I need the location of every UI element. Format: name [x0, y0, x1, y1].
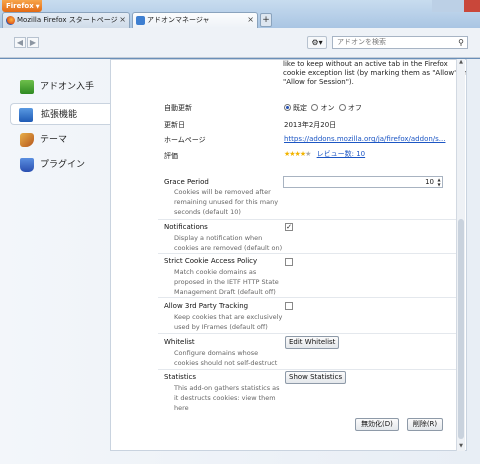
tools-menu-button[interactable]: ⚙▾ [307, 36, 327, 49]
notifications-desc: Display a notification when cookies are … [174, 234, 283, 252]
search-input[interactable]: アドオンを検索 ⚲ [332, 36, 468, 49]
sidebar-item-themes[interactable]: テーマ [20, 129, 110, 151]
puzzle-icon [19, 108, 33, 122]
auto-update-default-radio[interactable]: 既定 [284, 104, 307, 112]
back-arrow-icon: ◀ [16, 38, 24, 47]
strict-policy-desc: Match cookie domains as proposed in the … [174, 268, 279, 296]
title-bar: Firefox ▼ Mozilla Firefox スタートページ × アドオンマ… [0, 0, 480, 28]
grace-period-desc: Cookies will be removed after remaining … [174, 188, 279, 216]
search-icon[interactable]: ⚲ [458, 37, 464, 48]
third-party-desc: Keep cookies that are exclusively used b… [174, 313, 283, 331]
gear-icon: ⚙▾ [311, 38, 323, 47]
divider [158, 369, 464, 370]
show-statistics-button[interactable]: Show Statistics [285, 371, 347, 384]
puzzle-icon [136, 16, 145, 25]
scroll-up-icon[interactable]: ▲ [457, 59, 465, 67]
edit-whitelist-button[interactable]: Edit Whitelist [285, 336, 340, 349]
grace-period-input[interactable]: 10 ▲ ▼ [283, 176, 443, 188]
divider [158, 297, 464, 298]
firefox-menu-button[interactable]: Firefox ▼ [2, 0, 42, 12]
close-window-button[interactable] [464, 0, 480, 12]
whitelist-desc: Configure domains whose cookies should n… [174, 349, 278, 367]
toolbar: ◀ ▶ ⚙▾ アドオンを検索 ⚲ [0, 28, 480, 58]
rating-value: ★★★★★ レビュー数: 10 [284, 149, 365, 159]
addon-detail-pane: like to keep without an active tab in th… [110, 59, 467, 451]
tab-label: Mozilla Firefox スタートページ [17, 16, 118, 24]
sidebar-item-label: プラグイン [40, 160, 86, 170]
disable-button[interactable]: 無効化(D) [355, 418, 399, 431]
sidebar-item-label: アドオン入手 [40, 82, 95, 92]
tab-label: アドオンマネージャ [147, 16, 210, 24]
addon-manager-content: アドオン入手 拡張機能 テーマ プラグイン like to keep witho… [0, 59, 480, 464]
sidebar-item-label: テーマ [40, 135, 68, 145]
firefox-icon [6, 16, 15, 25]
third-party-label: Allow 3rd Party Tracking [164, 302, 249, 310]
auto-update-options: 既定 オン オフ [284, 103, 362, 113]
strict-policy-checkbox[interactable] [285, 258, 293, 266]
forward-button[interactable]: ▶ [27, 37, 39, 48]
new-tab-button[interactable]: + [260, 13, 272, 27]
close-icon[interactable]: × [119, 13, 126, 27]
grace-period-value: 10 [425, 178, 434, 186]
scrollbar-thumb[interactable] [458, 219, 464, 439]
category-sidebar: アドオン入手 拡張機能 テーマ プラグイン [0, 59, 110, 464]
sidebar-item-plugins[interactable]: プラグイン [20, 154, 110, 176]
updated-value: 2013年2月20日 [284, 121, 337, 129]
search-placeholder: アドオンを検索 [337, 38, 386, 46]
sidebar-item-label: 拡張機能 [41, 110, 78, 120]
updated-label: 更新日 [164, 121, 185, 129]
detail-scrollbar[interactable]: ▲ ▼ [456, 59, 465, 451]
rating-label: 評価 [164, 152, 178, 160]
spinner-icon[interactable]: ▲ ▼ [436, 177, 442, 187]
statistics-desc: This add-on gathers statistics as it des… [174, 384, 280, 412]
third-party-checkbox[interactable] [285, 302, 293, 310]
scroll-down-icon[interactable]: ▼ [457, 443, 465, 451]
notifications-checkbox[interactable]: ✓ [285, 223, 293, 231]
close-icon[interactable]: × [247, 13, 254, 27]
window-controls [432, 0, 480, 12]
grace-period-label: Grace Period [164, 178, 209, 186]
forward-arrow-icon: ▶ [29, 38, 37, 47]
rating-stars: ★★★★★ [284, 150, 311, 158]
divider [158, 219, 464, 220]
auto-update-on-radio[interactable]: オン [311, 104, 334, 112]
reviews-link[interactable]: レビュー数: 10 [317, 150, 366, 158]
download-icon [20, 80, 34, 94]
divider [158, 333, 464, 334]
maximize-button[interactable] [448, 0, 464, 12]
tab-addon-manager[interactable]: アドオンマネージャ × [132, 12, 258, 28]
sidebar-item-get-addons[interactable]: アドオン入手 [20, 76, 110, 98]
auto-update-label: 自動更新 [164, 104, 192, 112]
minimize-button[interactable] [432, 0, 448, 12]
auto-update-off-radio[interactable]: オフ [338, 104, 362, 112]
divider [158, 253, 464, 254]
homepage-label: ホームページ [164, 136, 206, 144]
whitelist-label: Whitelist [164, 338, 195, 346]
strict-policy-label: Strict Cookie Access Policy [164, 257, 258, 265]
sidebar-item-extensions[interactable]: 拡張機能 [10, 103, 110, 125]
tab-start-page[interactable]: Mozilla Firefox スタートページ × [2, 12, 130, 28]
notifications-label: Notifications [164, 223, 208, 231]
addon-description: like to keep without an active tab in th… [283, 60, 467, 86]
homepage-link[interactable]: https://addons.mozilla.org/ja/firefox/ad… [284, 135, 445, 143]
plugin-icon [20, 158, 34, 172]
brush-icon [20, 133, 34, 147]
back-button[interactable]: ◀ [14, 37, 26, 48]
statistics-label: Statistics [164, 373, 196, 381]
remove-button[interactable]: 削除(R) [407, 418, 443, 431]
